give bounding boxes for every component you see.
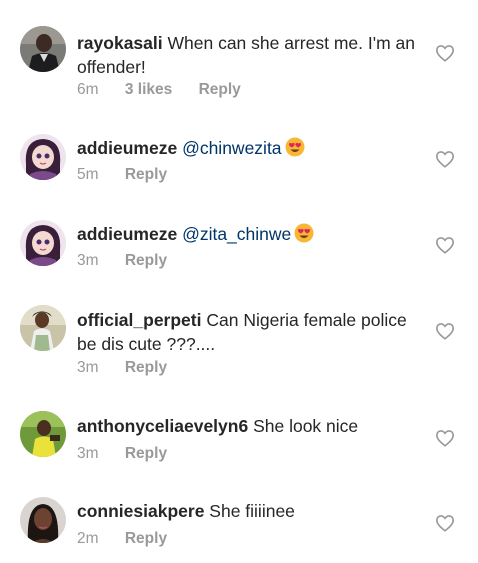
- avatar[interactable]: [20, 134, 66, 180]
- mention-link[interactable]: @chinwezita: [182, 138, 281, 158]
- reply-button[interactable]: Reply: [199, 81, 241, 99]
- comment-text: addieumeze @zita_chinwe: [77, 222, 427, 249]
- avatar[interactable]: [20, 411, 66, 457]
- comment-username[interactable]: rayokasali: [77, 33, 163, 53]
- avatar-image: [20, 411, 66, 457]
- avatar[interactable]: [20, 26, 66, 72]
- comment-username[interactable]: addieumeze: [77, 138, 177, 158]
- comment-meta: 3m Reply: [77, 445, 189, 463]
- comment-username[interactable]: addieumeze: [77, 224, 177, 244]
- comment-username[interactable]: anthonyceliaevelyn6: [77, 416, 248, 436]
- comment-time: 2m: [77, 530, 99, 547]
- avatar-image: [20, 220, 66, 266]
- reply-button[interactable]: Reply: [125, 166, 167, 184]
- like-heart-icon[interactable]: [435, 429, 455, 447]
- reply-button[interactable]: Reply: [125, 530, 167, 548]
- comment-time: 3m: [77, 359, 99, 376]
- comment-meta: 3m Reply: [77, 359, 189, 377]
- reply-button[interactable]: Reply: [125, 252, 167, 270]
- comment-meta: 5m Reply: [77, 166, 189, 184]
- comment-body: She look nice: [253, 416, 359, 436]
- comment-username[interactable]: conniesiakpere: [77, 501, 204, 521]
- comment-text: official_perpeti Can Nigeria female poli…: [77, 308, 427, 356]
- avatar-image: [20, 305, 66, 351]
- likes-count-link[interactable]: 3 likes: [125, 81, 172, 99]
- comment-time: 6m: [77, 81, 99, 98]
- avatar-image: [20, 26, 66, 72]
- avatar-image: [20, 497, 66, 543]
- avatar[interactable]: [20, 305, 66, 351]
- comment-time: 3m: [77, 445, 99, 462]
- comment-text: addieumeze @chinwezita: [77, 136, 427, 163]
- like-heart-icon[interactable]: [435, 44, 455, 62]
- avatar[interactable]: [20, 220, 66, 266]
- avatar-image: [20, 134, 66, 180]
- comment-text: rayokasali When can she arrest me. I'm a…: [77, 31, 427, 79]
- comment-meta: 2m Reply: [77, 530, 189, 548]
- comment-text: anthonyceliaevelyn6 She look nice: [77, 414, 427, 438]
- mention-link[interactable]: @zita_chinwe: [182, 224, 291, 244]
- comment-text: conniesiakpere She fiiiinee: [77, 499, 427, 523]
- heart-eyes-emoji-icon: [285, 137, 305, 163]
- comment-username[interactable]: official_perpeti: [77, 310, 201, 330]
- like-heart-icon[interactable]: [435, 236, 455, 254]
- comment-time: 5m: [77, 166, 99, 183]
- reply-button[interactable]: Reply: [125, 445, 167, 463]
- comment-body: She fiiiinee: [209, 501, 295, 521]
- comment-meta: 3m Reply: [77, 252, 189, 270]
- like-heart-icon[interactable]: [435, 514, 455, 532]
- heart-eyes-emoji-icon: [294, 223, 314, 249]
- reply-button[interactable]: Reply: [125, 359, 167, 377]
- avatar[interactable]: [20, 497, 66, 543]
- comment-time: 3m: [77, 252, 99, 269]
- comment-meta: 6m 3 likes Reply: [77, 81, 263, 99]
- like-heart-icon[interactable]: [435, 150, 455, 168]
- like-heart-icon[interactable]: [435, 322, 455, 340]
